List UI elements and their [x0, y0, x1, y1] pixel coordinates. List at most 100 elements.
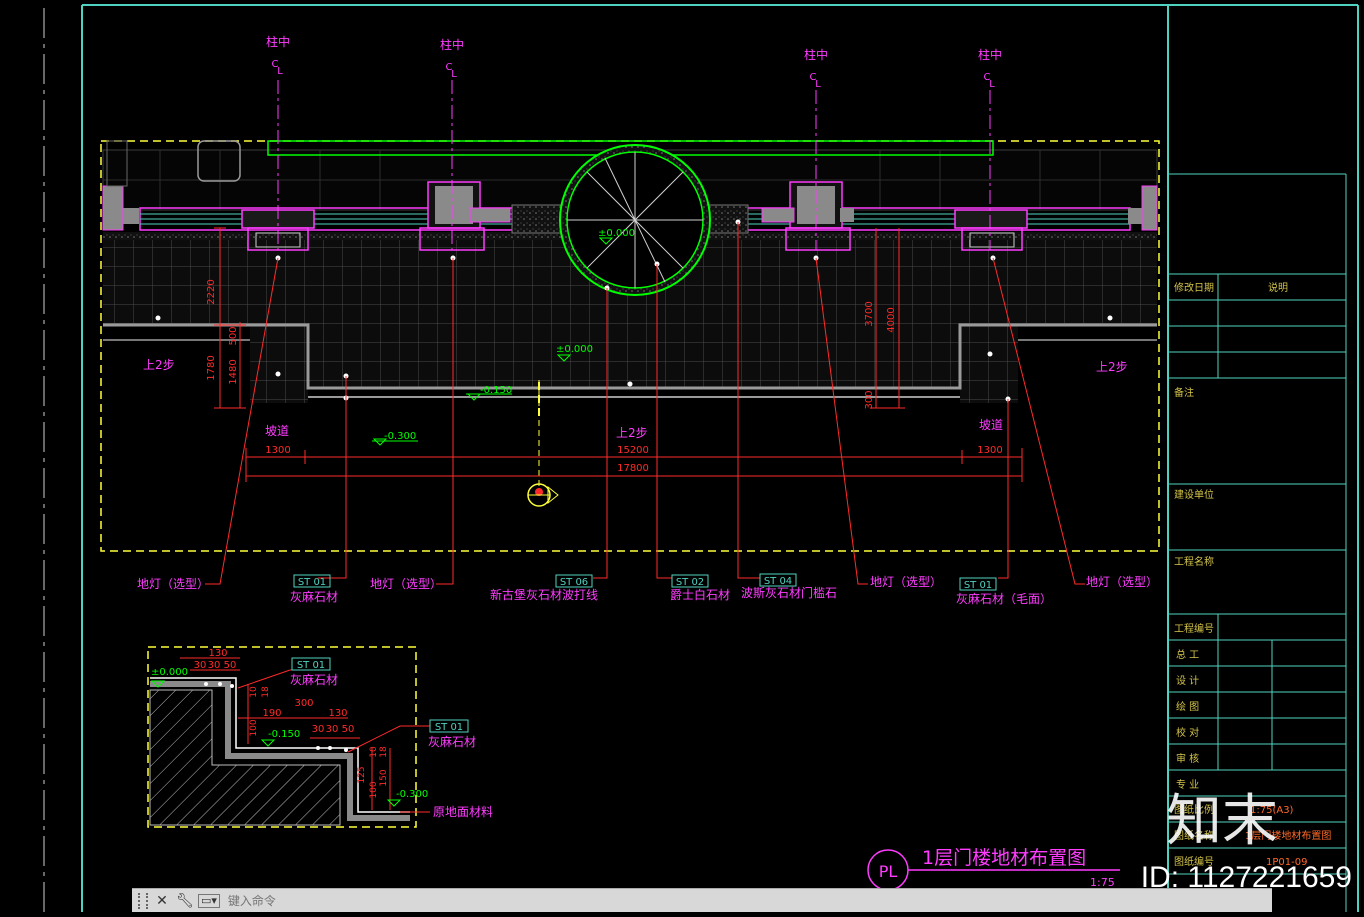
svg-text:修改日期: 修改日期 [1174, 281, 1214, 294]
svg-text:原地面材料: 原地面材料 [433, 805, 493, 819]
svg-text:190: 190 [262, 708, 281, 719]
svg-text:地灯（选型）: 地灯（选型） [370, 577, 442, 591]
svg-text:备注: 备注 [1174, 386, 1194, 399]
svg-text:30: 30 [194, 660, 207, 671]
label-up-mid: 上2步 [616, 426, 648, 440]
svg-text:校 对: 校 对 [1176, 726, 1199, 739]
svg-text:130: 130 [328, 708, 347, 719]
callout-4: ST 06 新古堡灰石材波打线 [490, 574, 598, 602]
svg-text:300: 300 [294, 698, 313, 709]
svg-text:设 计: 设 计 [1176, 674, 1199, 687]
axis-label-3: 柱中 [804, 47, 828, 62]
svg-text:±0.000: ±0.000 [598, 228, 635, 239]
callout-3: 地灯（选型） [370, 577, 442, 591]
label-ramp-left: 坡道 [265, 424, 289, 438]
svg-text:100: 100 [249, 719, 259, 736]
callout-8: ST 01 灰麻石材（毛面） [956, 577, 1052, 606]
svg-text:ST 01: ST 01 [297, 660, 325, 671]
svg-text:10: 10 [369, 746, 379, 758]
svg-text:灰麻石材: 灰麻石材 [290, 589, 338, 604]
svg-text:波斯灰石材门槛石: 波斯灰石材门槛石 [741, 585, 837, 600]
callout-5: ST 02 爵士白石材 [670, 574, 730, 602]
section-detail: 130 30 30 50 10 18 190 300 130 30 30 50 … [147, 646, 493, 828]
level-marker-300: -0.300 [372, 431, 418, 446]
svg-text:审 核: 审 核 [1176, 752, 1199, 765]
dim-300: 300 [864, 390, 875, 409]
dim-4000: 4000 [886, 307, 897, 332]
close-icon[interactable]: ✕ [154, 893, 170, 909]
label-ramp-right: 坡道 [979, 418, 1003, 432]
svg-text:ST 01: ST 01 [435, 722, 463, 733]
svg-text:地灯（选型）: 地灯（选型） [137, 577, 209, 591]
cad-drawing: 柱中 柱中 柱中 柱中 CL CL CL CL ±0.000 ±0.000 -0… [43, 4, 1359, 912]
axis-label-2: 柱中 [440, 37, 464, 52]
svg-text:ST 06: ST 06 [560, 577, 588, 588]
drag-handle-icon[interactable] [138, 892, 148, 909]
svg-text:100: 100 [369, 781, 379, 798]
svg-text:工程名称: 工程名称 [1174, 555, 1214, 568]
command-bar: ✕ 🔧︎ ▭▾ [132, 888, 1272, 912]
svg-text:灰麻石材: 灰麻石材 [290, 672, 338, 687]
svg-text:ST 02: ST 02 [676, 577, 704, 588]
axis-cl-symbols: CL CL CL CL [272, 59, 996, 90]
dim-500: 500 [228, 326, 239, 345]
dim-17800: 17800 [617, 463, 649, 474]
svg-text:灰麻石材: 灰麻石材 [428, 734, 476, 749]
svg-text:130: 130 [208, 648, 227, 659]
command-prompt-icon[interactable]: ▭▾ [198, 893, 220, 908]
callout-9: 地灯（选型） [1086, 575, 1158, 589]
svg-text:150: 150 [379, 769, 389, 786]
svg-text:灰麻石材（毛面）: 灰麻石材（毛面） [956, 591, 1052, 606]
svg-text:绘 图: 绘 图 [1176, 700, 1199, 713]
callout-7: 地灯（选型） [870, 575, 942, 589]
dim-1480: 1480 [228, 359, 239, 384]
label-up-left: 上2步 [143, 358, 175, 372]
svg-text:说明: 说明 [1268, 281, 1288, 294]
svg-text:-0.300: -0.300 [384, 431, 416, 442]
svg-text:18: 18 [379, 746, 389, 758]
svg-text:50: 50 [342, 724, 355, 735]
dim-1780: 1780 [206, 355, 217, 380]
axis-label-1: 柱中 [266, 34, 290, 49]
ramp-right-area [960, 325, 1018, 403]
dim-1300-right: 1300 [977, 445, 1002, 456]
drawing-title: PL 1层门楼地材布置图 1:75 [867, 847, 1120, 891]
svg-text:L: L [277, 66, 283, 77]
svg-text:L: L [989, 79, 995, 90]
svg-text:-0.150: -0.150 [268, 729, 300, 740]
svg-text:爵士白石材: 爵士白石材 [670, 587, 730, 602]
svg-text:30: 30 [326, 724, 339, 735]
dim-2220: 2220 [206, 279, 217, 304]
dim-3700: 3700 [864, 301, 875, 326]
svg-text:ST 01: ST 01 [964, 580, 992, 591]
svg-text:±0.000: ±0.000 [556, 344, 593, 355]
dim-1300-left: 1300 [265, 445, 290, 456]
section-marker [527, 483, 559, 507]
svg-text:总 工: 总 工 [1176, 648, 1199, 661]
callout-1: 地灯（选型） [137, 577, 209, 591]
svg-text:新古堡灰石材波打线: 新古堡灰石材波打线 [490, 587, 598, 602]
svg-text:125: 125 [357, 766, 367, 783]
svg-text:建设单位: 建设单位 [1174, 488, 1214, 501]
svg-text:L: L [815, 79, 821, 90]
watermark-logo: 知末 [1166, 789, 1278, 854]
svg-text:地灯（选型）: 地灯（选型） [870, 575, 942, 589]
svg-text:-0.300: -0.300 [396, 789, 428, 800]
title-badge: PL [879, 862, 898, 881]
label-up-right: 上2步 [1096, 360, 1128, 374]
title-main: 1层门楼地材布置图 [922, 847, 1086, 869]
svg-text:L: L [451, 69, 457, 80]
wrench-icon[interactable]: 🔧︎ [176, 893, 194, 909]
command-input[interactable] [225, 889, 1272, 912]
axis-label-4: 柱中 [978, 47, 1002, 62]
svg-text:地灯（选型）: 地灯（选型） [1086, 575, 1158, 589]
svg-text:30: 30 [312, 724, 325, 735]
dim-15200: 15200 [617, 445, 649, 456]
svg-text:工程编号: 工程编号 [1174, 622, 1214, 635]
svg-text:±0.000: ±0.000 [151, 667, 188, 678]
svg-text:18: 18 [261, 686, 271, 698]
svg-text:50: 50 [224, 660, 237, 671]
svg-text:ST 01: ST 01 [298, 577, 326, 588]
circular-feature [559, 144, 711, 296]
callout-2: ST 01 灰麻石材 [290, 574, 338, 604]
